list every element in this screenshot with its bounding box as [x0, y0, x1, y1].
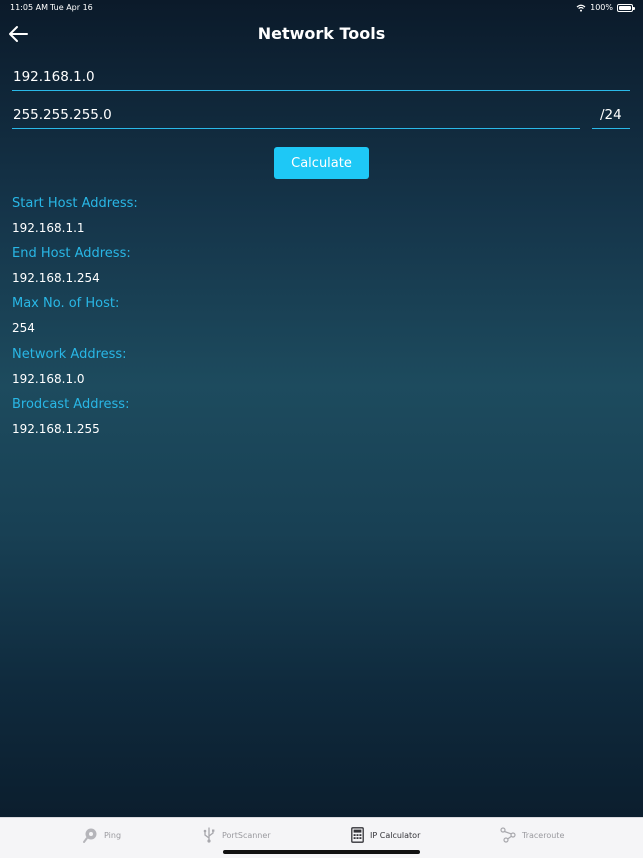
tab-ping[interactable]: Ping — [82, 826, 121, 844]
battery-icon — [617, 3, 635, 12]
max-hosts-label: Max No. of Host: — [12, 296, 120, 311]
tab-ip-calculator[interactable]: IP Calculator — [351, 826, 420, 844]
traceroute-icon — [500, 827, 516, 843]
wifi-icon — [576, 4, 586, 12]
tab-ip-calculator-label: IP Calculator — [370, 830, 421, 840]
end-host-label: End Host Address: — [12, 246, 131, 261]
network-address-label: Network Address: — [12, 347, 127, 362]
home-indicator[interactable] — [223, 850, 420, 854]
tab-portscanner[interactable]: PortScanner — [202, 826, 271, 844]
broadcast-address-value: 192.168.1.255 — [12, 422, 100, 436]
subnet-mask-field[interactable]: 255.255.255.0 — [12, 102, 580, 129]
start-host-value: 192.168.1.1 — [12, 221, 85, 235]
subnet-mask-value: 255.255.255.0 — [13, 107, 112, 123]
cidr-field[interactable]: /24 — [592, 102, 630, 129]
calculator-icon — [351, 827, 364, 843]
status-bar: 11:05 AM Tue Apr 16 100% — [0, 0, 643, 18]
max-hosts-value: 254 — [12, 321, 35, 335]
usb-icon — [203, 827, 215, 843]
tab-ping-label: Ping — [104, 830, 122, 840]
ip-address-value: 192.168.1.0 — [13, 69, 95, 85]
calculate-button[interactable]: Calculate — [274, 147, 369, 179]
status-right: 100% — [576, 3, 635, 12]
ping-icon — [83, 828, 97, 843]
end-host-value: 192.168.1.254 — [12, 271, 100, 285]
status-time: 11:05 AM — [10, 3, 48, 12]
page-title: Network Tools — [257, 24, 386, 43]
cidr-value: /24 — [600, 107, 622, 123]
tab-traceroute[interactable]: Traceroute — [500, 826, 564, 844]
status-date: Tue Apr 16 — [50, 3, 93, 12]
start-host-label: Start Host Address: — [12, 196, 138, 211]
nav-bar: Network Tools — [0, 18, 643, 50]
ip-address-field[interactable]: 192.168.1.0 — [12, 64, 630, 91]
network-address-value: 192.168.1.0 — [12, 372, 85, 386]
tab-traceroute-label: Traceroute — [522, 830, 565, 840]
tab-portscanner-label: PortScanner — [222, 830, 271, 840]
broadcast-address-label: Brodcast Address: — [12, 397, 130, 412]
battery-percent: 100% — [590, 3, 613, 12]
